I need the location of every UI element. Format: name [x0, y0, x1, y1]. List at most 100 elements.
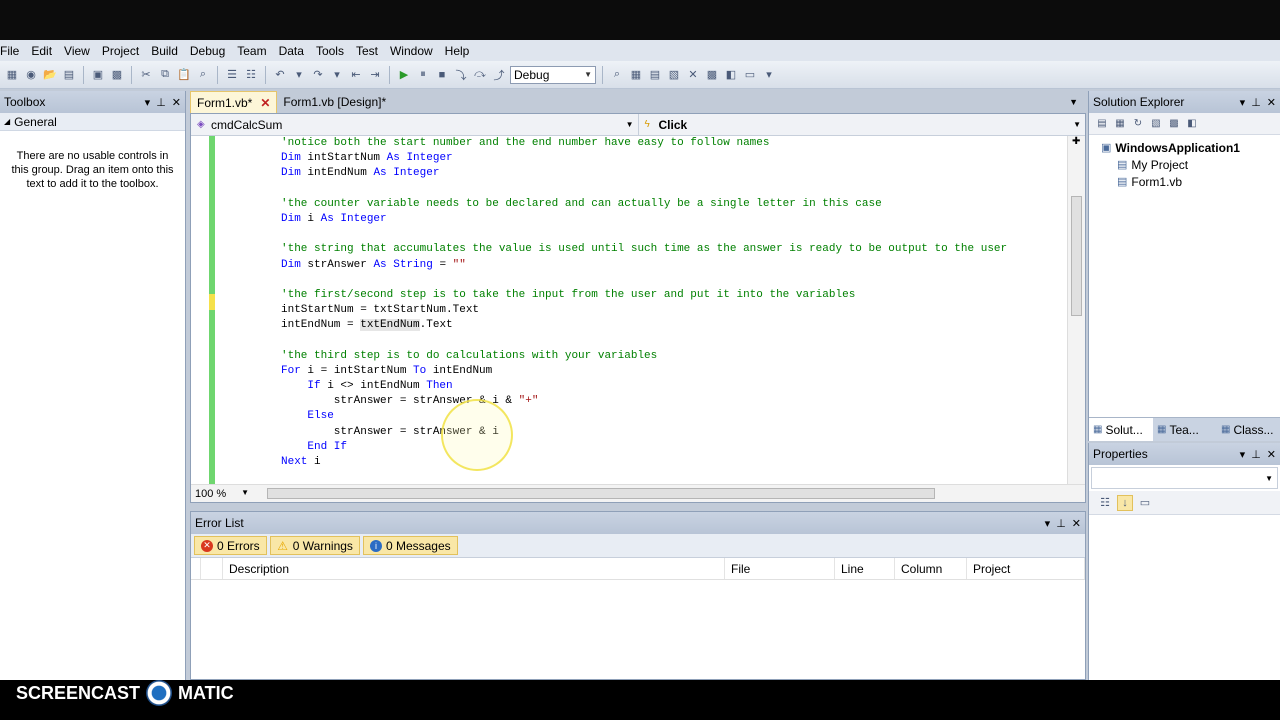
- uncomment-icon[interactable]: ☷: [243, 67, 259, 83]
- menu-tools[interactable]: Tools: [310, 44, 350, 58]
- code-line[interactable]: [281, 182, 1007, 197]
- chevron-down-icon[interactable]: ▾: [329, 67, 345, 83]
- document-tab[interactable]: Form1.vb [Design]*: [277, 91, 392, 113]
- step-into-icon[interactable]: ⤵: [453, 67, 469, 83]
- find-icon[interactable]: ⌕: [195, 67, 211, 83]
- start-page-icon[interactable]: ▩: [704, 67, 720, 83]
- view-code-icon[interactable]: ▧: [1149, 117, 1163, 131]
- pin-icon[interactable]: ⊥: [1251, 96, 1261, 109]
- comment-icon[interactable]: ☰: [224, 67, 240, 83]
- code-line[interactable]: Dim strAnswer As String = "": [281, 258, 1007, 273]
- code-line[interactable]: Dim intEndNum As Integer: [281, 166, 1007, 181]
- menu-debug[interactable]: Debug: [184, 44, 231, 58]
- zoom-combo[interactable]: 100 % ▼: [191, 488, 253, 500]
- menu-build[interactable]: Build: [145, 44, 184, 58]
- window-position-icon[interactable]: ▾: [145, 96, 151, 109]
- menu-data[interactable]: Data: [273, 44, 310, 58]
- object-combo[interactable]: ◈ cmdCalcSum ▼: [191, 114, 639, 135]
- menu-team[interactable]: Team: [231, 44, 272, 58]
- code-line[interactable]: 'the string that accumulates the value i…: [281, 242, 1007, 257]
- menu-file[interactable]: File: [0, 44, 25, 58]
- error-filter-tab[interactable]: ⚠ 0 Warnings: [269, 536, 360, 555]
- code-line[interactable]: End If: [281, 440, 1007, 455]
- event-combo[interactable]: ϟ Click ▼: [639, 114, 1086, 135]
- code-line[interactable]: 'the third step is to do calculations wi…: [281, 349, 1007, 364]
- code-line[interactable]: [281, 227, 1007, 242]
- editor-horizontal-scrollbar[interactable]: 100 % ▼: [191, 484, 1085, 502]
- close-icon[interactable]: ✕: [260, 96, 270, 110]
- tree-item[interactable]: ▤ My Project: [1089, 156, 1280, 173]
- scrollbar-thumb[interactable]: [1071, 196, 1082, 316]
- close-icon[interactable]: ✕: [1267, 96, 1276, 109]
- undo-icon[interactable]: ↶: [272, 67, 288, 83]
- column-header[interactable]: Line: [835, 558, 895, 579]
- code-line[interactable]: 'notice both the start number and the en…: [281, 136, 1007, 151]
- pin-icon[interactable]: ⊥: [1251, 448, 1261, 461]
- categorized-icon[interactable]: ☷: [1097, 495, 1113, 511]
- code-line[interactable]: Next i: [281, 455, 1007, 470]
- show-all-files-icon[interactable]: ▦: [1113, 117, 1127, 131]
- window-position-icon[interactable]: ▾: [1240, 96, 1246, 109]
- open-file-icon[interactable]: 📂: [42, 67, 58, 83]
- menu-window[interactable]: Window: [384, 44, 439, 58]
- code-line[interactable]: strAnswer = strAnswer & i & "+": [281, 394, 1007, 409]
- extension-manager-icon[interactable]: ◧: [723, 67, 739, 83]
- alphabetical-icon[interactable]: ↓: [1117, 494, 1133, 511]
- chevron-down-icon[interactable]: ▾: [291, 67, 307, 83]
- error-filter-tab[interactable]: i0 Messages: [362, 536, 458, 555]
- toolbox-icon[interactable]: ✕: [685, 67, 701, 83]
- scrollbar-thumb[interactable]: [267, 488, 935, 499]
- properties-window-icon[interactable]: ▤: [647, 67, 663, 83]
- menu-help[interactable]: Help: [439, 44, 476, 58]
- pin-icon[interactable]: ⊥: [1056, 517, 1066, 530]
- navigate-forward-icon[interactable]: ⇥: [367, 67, 383, 83]
- column-header[interactable]: Description: [223, 558, 725, 579]
- class-diagram-icon[interactable]: ◧: [1185, 117, 1199, 131]
- code-line[interactable]: 'the counter variable needs to be declar…: [281, 197, 1007, 212]
- refresh-icon[interactable]: ↻: [1131, 117, 1145, 131]
- properties-icon[interactable]: ▤: [1095, 117, 1109, 131]
- split-icon[interactable]: ✚: [1072, 136, 1080, 147]
- code-line[interactable]: If i <> intEndNum Then: [281, 379, 1007, 394]
- column-header[interactable]: File: [725, 558, 835, 579]
- view-designer-icon[interactable]: ▩: [1167, 117, 1181, 131]
- code-line[interactable]: Dim i As Integer: [281, 212, 1007, 227]
- menu-project[interactable]: Project: [96, 44, 145, 58]
- code-line[interactable]: strAnswer = strAnswer & i: [281, 425, 1007, 440]
- code-line[interactable]: Else: [281, 409, 1007, 424]
- tree-item[interactable]: ▣ WindowsApplication1: [1089, 139, 1280, 156]
- object-browser-icon[interactable]: ▧: [666, 67, 682, 83]
- active-files-dropdown-icon[interactable]: ▼: [1061, 97, 1086, 107]
- command-window-icon[interactable]: ▭: [742, 67, 758, 83]
- property-pages-icon[interactable]: ▭: [1137, 495, 1153, 511]
- code-lines[interactable]: 'notice both the start number and the en…: [281, 136, 1007, 470]
- stop-icon[interactable]: ■: [434, 67, 450, 83]
- code-line[interactable]: For i = intStartNum To intEndNum: [281, 364, 1007, 379]
- save-icon[interactable]: ▣: [90, 67, 106, 83]
- code-text-area[interactable]: 'notice both the start number and the en…: [191, 136, 1067, 484]
- toolbar-options-icon[interactable]: ▾: [761, 67, 777, 83]
- document-tab[interactable]: Form1.vb* ✕: [190, 91, 278, 113]
- code-line[interactable]: [281, 273, 1007, 288]
- code-line[interactable]: Dim intStartNum As Integer: [281, 151, 1007, 166]
- menu-test[interactable]: Test: [350, 44, 384, 58]
- pause-icon[interactable]: ⏸: [415, 67, 431, 83]
- column-header[interactable]: [201, 558, 223, 579]
- navigate-back-icon[interactable]: ⇤: [348, 67, 364, 83]
- menu-view[interactable]: View: [58, 44, 96, 58]
- code-line[interactable]: intEndNum = txtEndNum.Text: [281, 318, 1007, 333]
- window-position-icon[interactable]: ▾: [1045, 517, 1051, 530]
- redo-icon[interactable]: ↷: [310, 67, 326, 83]
- code-line[interactable]: intStartNum = txtStartNum.Text: [281, 303, 1007, 318]
- toolbox-group-general[interactable]: ◢ General: [0, 113, 185, 131]
- step-over-icon[interactable]: ⤼: [472, 67, 488, 83]
- column-header[interactable]: [191, 558, 201, 579]
- code-line[interactable]: [281, 333, 1007, 348]
- tree-item[interactable]: ▤ Form1.vb: [1089, 173, 1280, 190]
- new-project-icon[interactable]: ▦: [4, 67, 20, 83]
- step-out-icon[interactable]: ⤴: [491, 67, 507, 83]
- tool-window-tab[interactable]: ▦ Tea...: [1153, 418, 1217, 441]
- editor-vertical-scrollbar[interactable]: ✚: [1067, 136, 1085, 484]
- add-item-icon[interactable]: ◉: [23, 67, 39, 83]
- close-icon[interactable]: ✕: [1267, 448, 1276, 461]
